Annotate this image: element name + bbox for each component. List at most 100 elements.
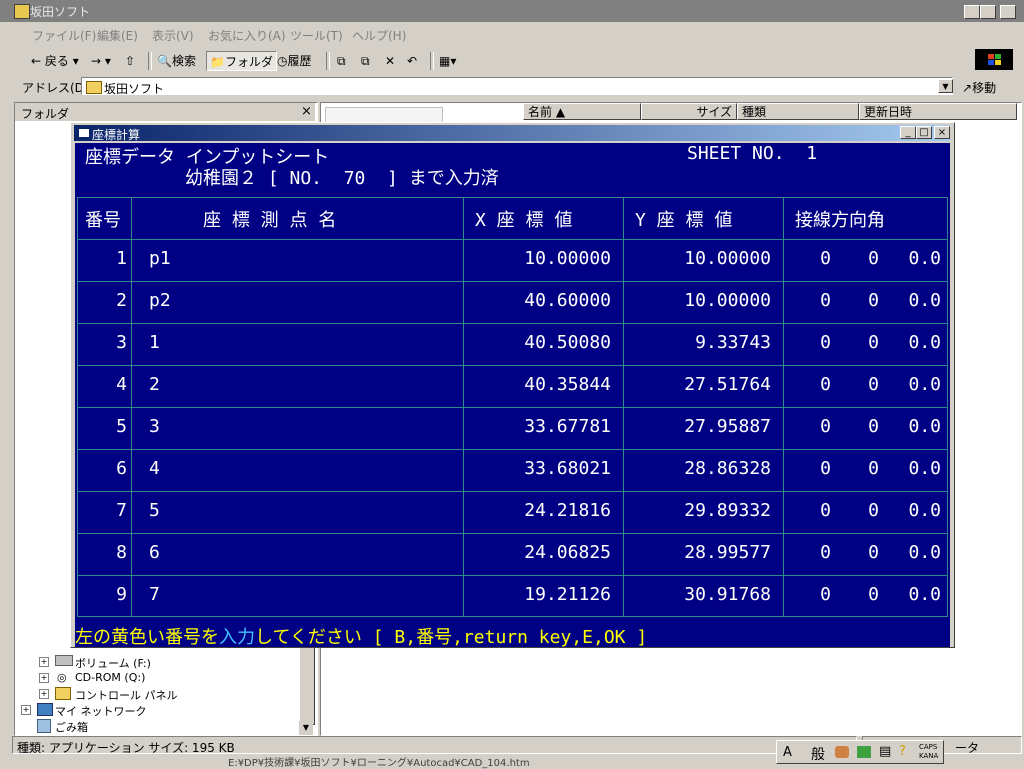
row-x-value: 40.50080 [524,332,611,353]
row-point-name: 7 [149,584,160,605]
explorer-titlebar[interactable]: 坂田ソフト _ □ × [0,0,1024,22]
dialog-maximize-button[interactable]: □ [916,126,932,139]
go-button[interactable]: ↗移動 [962,79,996,96]
scroll-down-icon[interactable]: ▼ [299,721,313,735]
menu-view[interactable]: 表示(V) [152,27,194,44]
address-value: 坂田ソフト [104,82,165,96]
close-pane-icon[interactable]: × [301,104,312,119]
header-number: 番号 [85,210,121,231]
toolbar-separator [148,52,152,70]
column-header-size[interactable]: サイズ [641,103,737,120]
network-icon [37,703,53,716]
minimize-button[interactable]: _ [964,5,980,19]
folder-pane-title: フォルダ [21,107,70,121]
caps-kana-indicator: CAPS KANA [919,743,939,760]
search-icon: 🔍 [157,54,172,68]
toolbar-separator [430,52,434,70]
row-x-value: 40.35844 [524,374,611,395]
row-angle-sec: 0.0 [908,248,941,269]
tree-expand-icon[interactable]: + [21,705,31,715]
row-angle-deg: 0 [820,500,831,521]
close-button[interactable]: × [1000,5,1016,19]
menu-edit[interactable]: 編集(E) [97,27,138,44]
menu-help[interactable]: ヘルプ(H) [352,27,406,44]
forward-arrow-icon: → ▾ [91,54,111,68]
table-row[interactable]: 8 6 24.06825 28.99577 0 0 0.0 [77,533,948,575]
row-angle-min: 0 [868,332,879,353]
table-row[interactable]: 1 p1 10.00000 10.00000 0 0 0.0 [77,239,948,281]
move-to-button[interactable]: ⧉ [334,51,349,71]
dialog-titlebar[interactable]: 座標計算 _ □ × [74,125,950,142]
tree-expand-icon[interactable]: + [39,673,49,683]
folders-icon: 📁 [210,55,225,69]
row-x-value: 33.67781 [524,416,611,437]
tree-expand-icon[interactable]: + [39,689,49,699]
address-label: アドレス(D) [22,81,89,95]
ime-input-mode-icon[interactable]: A [783,745,792,760]
menu-file[interactable]: ファイル(F) [32,27,96,44]
standard-toolbar: ← 戻る ▾ → ▾ ⇧ 🔍検索 📁フォルダ ◷履歴 ⧉ ⧉ ✕ ↶ ▦▾ [0,48,1024,74]
row-y-value: 10.00000 [684,248,771,269]
views-button[interactable]: ▦▾ [436,51,459,71]
table-row[interactable]: 2 p2 40.60000 10.00000 0 0 0.0 [77,281,948,323]
column-header-modified[interactable]: 更新日時 [859,103,1017,120]
menu-favorites[interactable]: お気に入り(A) [208,27,286,44]
row-y-value: 28.99577 [684,542,771,563]
undo-button[interactable]: ↶ [404,51,420,71]
row-angle-deg: 0 [820,584,831,605]
folders-button[interactable]: 📁フォルダ [206,51,277,71]
history-icon: ◷ [277,54,288,68]
dialog-close-button[interactable]: × [934,126,950,139]
table-row[interactable]: 7 5 24.21816 29.89332 0 0 0.0 [77,491,948,533]
ime-help-icon[interactable]: ? [899,744,906,759]
back-button[interactable]: ← 戻る ▾ [28,51,82,71]
column-header-type[interactable]: 種類 [737,103,859,120]
row-number: 8 [116,542,127,563]
history-button[interactable]: ◷履歴 [274,51,315,71]
row-angle-min: 0 [868,458,879,479]
address-bar: アドレス(D) 坂田ソフト ▼ ↗移動 [0,75,1024,99]
menu-tools[interactable]: ツール(T) [290,27,343,44]
folder-preview-icon [325,107,443,123]
folder-pane-header: フォルダ × [15,103,315,121]
ime-dictionary-icon[interactable] [857,746,871,758]
folder-app-icon [14,4,30,19]
undo-icon: ↶ [407,54,418,68]
row-point-name: 5 [149,500,160,521]
table-row[interactable]: 4 2 40.35844 27.51764 0 0 0.0 [77,365,948,407]
column-header-name[interactable]: 名前 ▲ [523,103,641,120]
up-folder-icon: ⇧ [125,54,136,68]
row-angle-sec: 0.0 [908,332,941,353]
row-angle-sec: 0.0 [908,290,941,311]
address-dropdown-button[interactable]: ▼ [938,79,953,93]
row-angle-sec: 0.0 [908,458,941,479]
copy-to-button[interactable]: ⧉ [358,51,373,71]
table-row[interactable]: 3 1 40.50080 9.33743 0 0 0.0 [77,323,948,365]
tree-expand-icon[interactable]: + [39,657,49,667]
search-button[interactable]: 🔍検索 [154,51,199,71]
row-angle-deg: 0 [820,458,831,479]
address-input[interactable]: 坂田ソフト ▼ [81,77,953,96]
dialog-system-icon[interactable] [78,128,90,138]
views-grid-icon: ▦▾ [439,54,457,68]
delete-button[interactable]: ✕ [382,51,398,71]
recycle-bin-icon [37,719,51,733]
dialog-minimize-button[interactable]: _ [900,126,916,139]
header-y-coordinate: Y 座 標 値 [635,210,733,231]
maximize-button[interactable]: □ [980,5,996,19]
table-row[interactable]: 6 4 33.68021 28.86328 0 0 0.0 [77,449,948,491]
ime-properties-icon[interactable]: ▤ [879,744,891,759]
row-number: 4 [116,374,127,395]
row-number: 2 [116,290,127,311]
table-row[interactable]: 9 7 19.21126 30.91768 0 0 0.0 [77,575,948,617]
ime-conversion-mode[interactable]: 般 [811,744,825,764]
row-x-value: 24.06825 [524,542,611,563]
row-angle-deg: 0 [820,290,831,311]
table-row[interactable]: 5 3 33.67781 27.95887 0 0 0.0 [77,407,948,449]
up-folder-button[interactable]: ⇧ [122,51,138,71]
ime-pad-icon[interactable] [835,746,849,758]
row-point-name: 1 [149,332,160,353]
row-number: 6 [116,458,127,479]
row-y-value: 29.89332 [684,500,771,521]
forward-button[interactable]: → ▾ [88,51,114,71]
